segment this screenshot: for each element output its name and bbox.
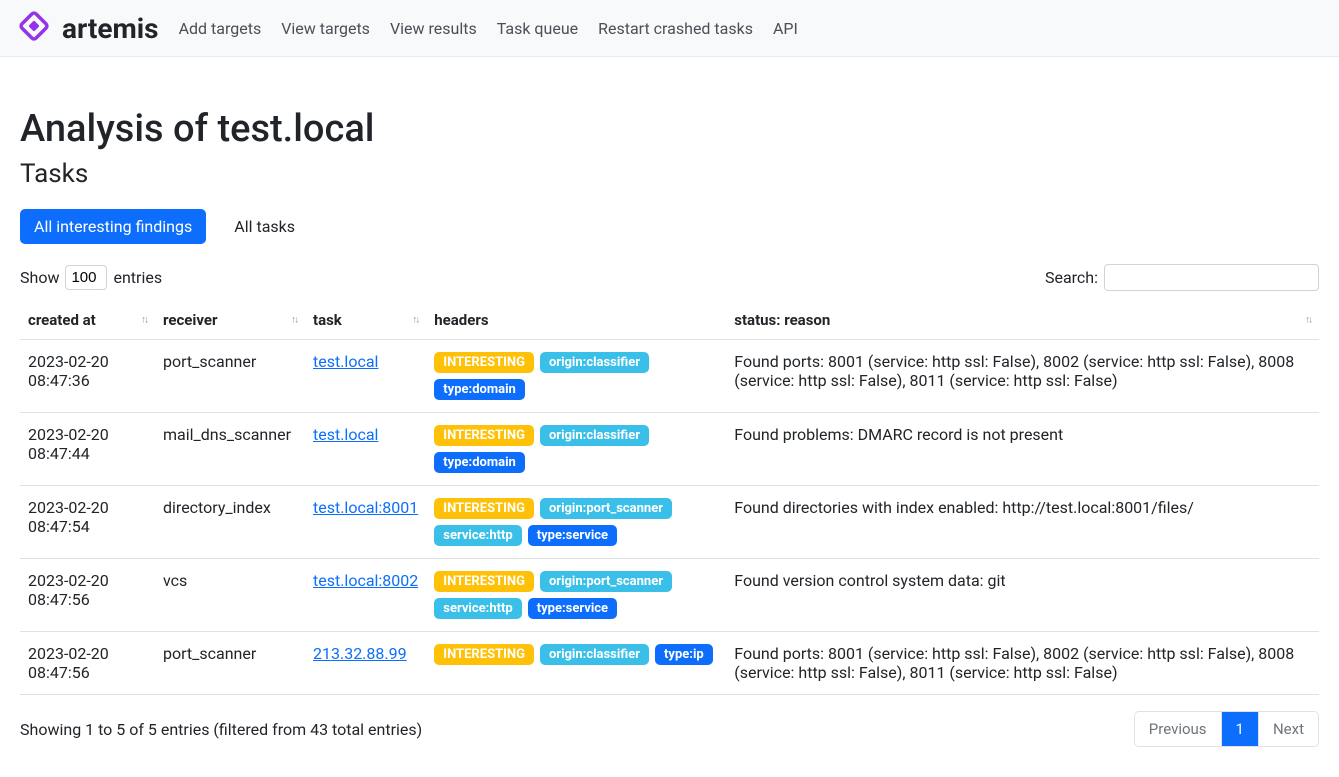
cell-task: 213.32.88.99 bbox=[305, 632, 426, 695]
column-task[interactable]: task↑↓ bbox=[305, 301, 426, 340]
cell-headers: INTERESTING origin:port_scanner service:ht… bbox=[426, 486, 726, 559]
sort-icon: ↑↓ bbox=[412, 315, 418, 326]
cell-headers: INTERESTING origin:classifier type:domain bbox=[426, 340, 726, 413]
sort-icon: ↑↓ bbox=[291, 315, 297, 326]
cell-headers: INTERESTING origin:classifier type:ip bbox=[426, 632, 726, 695]
cell-task: test.local:8002 bbox=[305, 559, 426, 632]
column-receiver[interactable]: receiver↑↓ bbox=[155, 301, 305, 340]
page-1-button[interactable]: 1 bbox=[1222, 712, 1259, 746]
task-link[interactable]: test.local bbox=[313, 425, 378, 444]
badge-INTERESTING: INTERESTING bbox=[434, 498, 534, 519]
task-link[interactable]: 213.32.88.99 bbox=[313, 644, 407, 663]
next-button[interactable]: Next bbox=[1259, 712, 1318, 746]
badge-type-ip: type:ip bbox=[655, 644, 713, 665]
cell-task: test.local:8001 bbox=[305, 486, 426, 559]
badge-INTERESTING: INTERESTING bbox=[434, 571, 534, 592]
badge-type-service: type:service bbox=[528, 525, 617, 546]
tab-all-tasks[interactable]: All tasks bbox=[220, 209, 309, 244]
badge-origin-classifier: origin:classifier bbox=[540, 352, 649, 373]
sort-icon: ↑↓ bbox=[1305, 315, 1311, 326]
badge-INTERESTING: INTERESTING bbox=[434, 352, 534, 373]
page-subtitle: Tasks bbox=[20, 159, 1319, 189]
table-row: 2023-02-20 08:47:54directory_index test.l… bbox=[20, 486, 1319, 559]
sort-icon: ↑↓ bbox=[141, 315, 147, 326]
search-input[interactable] bbox=[1104, 264, 1319, 291]
cell-status: Found version control system data: git bbox=[726, 559, 1319, 632]
search-label: Search: bbox=[1045, 268, 1098, 287]
badge-origin-port_scanner: origin:port_scanner bbox=[540, 498, 672, 519]
cell-status: Found ports: 8001 (service: http ssl: Fa… bbox=[726, 632, 1319, 695]
entries-label: entries bbox=[113, 268, 162, 287]
show-label: Show bbox=[20, 268, 59, 287]
cell-task: test.local bbox=[305, 413, 426, 486]
table-info: Showing 1 to 5 of 5 entries (filtered fr… bbox=[20, 720, 422, 739]
badge-INTERESTING: INTERESTING bbox=[434, 425, 534, 446]
brand[interactable]: artemis bbox=[16, 8, 159, 48]
tabs: All interesting findings All tasks bbox=[20, 209, 1319, 244]
cell-created-at: 2023-02-20 08:47:56 bbox=[20, 632, 155, 695]
badge-service-http: service:http bbox=[434, 598, 521, 619]
cell-status: Found ports: 8001 (service: http ssl: Fa… bbox=[726, 340, 1319, 413]
task-link[interactable]: test.local bbox=[313, 352, 378, 371]
entries-input[interactable] bbox=[65, 265, 107, 290]
brand-text: artemis bbox=[62, 12, 159, 45]
length-control: Show entries bbox=[20, 265, 162, 290]
table-row: 2023-02-20 08:47:56port_scanner 213.32.88… bbox=[20, 632, 1319, 695]
column-status-reason[interactable]: status: reason↑↓ bbox=[726, 301, 1319, 340]
cell-created-at: 2023-02-20 08:47:56 bbox=[20, 559, 155, 632]
nav-view-targets[interactable]: View targets bbox=[281, 19, 370, 38]
badge-type-domain: type:domain bbox=[434, 379, 525, 400]
cell-task: test.local bbox=[305, 340, 426, 413]
cell-status: Found directories with index enabled: ht… bbox=[726, 486, 1319, 559]
table-row: 2023-02-20 08:47:36port_scanner test.loca… bbox=[20, 340, 1319, 413]
previous-button[interactable]: Previous bbox=[1135, 712, 1222, 746]
nav-view-results[interactable]: View results bbox=[390, 19, 477, 38]
cell-created-at: 2023-02-20 08:47:54 bbox=[20, 486, 155, 559]
table-controls: Show entries Search: bbox=[20, 264, 1319, 291]
badge-origin-classifier: origin:classifier bbox=[540, 644, 649, 665]
task-link[interactable]: test.local:8001 bbox=[313, 498, 418, 517]
badge-origin-classifier: origin:classifier bbox=[540, 425, 649, 446]
column-headers: headers bbox=[426, 301, 726, 340]
table-row: 2023-02-20 08:47:56vcs test.local:8002 INT… bbox=[20, 559, 1319, 632]
cell-receiver: port_scanner bbox=[155, 632, 305, 695]
page-title: Analysis of test.local bbox=[20, 107, 1319, 151]
cell-receiver: port_scanner bbox=[155, 340, 305, 413]
cell-receiver: vcs bbox=[155, 559, 305, 632]
cell-receiver: mail_dns_scanner bbox=[155, 413, 305, 486]
column-created-at[interactable]: created at↑↓ bbox=[20, 301, 155, 340]
cell-receiver: directory_index bbox=[155, 486, 305, 559]
nav-api[interactable]: API bbox=[773, 19, 798, 38]
navbar: artemis Add targets View targets View resu… bbox=[0, 0, 1339, 57]
cell-created-at: 2023-02-20 08:47:36 bbox=[20, 340, 155, 413]
cell-status: Found problems: DMARC record is not pres… bbox=[726, 413, 1319, 486]
cell-created-at: 2023-02-20 08:47:44 bbox=[20, 413, 155, 486]
search-control: Search: bbox=[1045, 264, 1319, 291]
cell-headers: INTERESTING origin:classifier type:domain bbox=[426, 413, 726, 486]
nav-add-targets[interactable]: Add targets bbox=[179, 19, 262, 38]
badge-type-service: type:service bbox=[528, 598, 617, 619]
results-table: created at↑↓receiver↑↓task↑↓headersstatu… bbox=[20, 301, 1319, 695]
cell-headers: INTERESTING origin:port_scanner service:ht… bbox=[426, 559, 726, 632]
task-link[interactable]: test.local:8002 bbox=[313, 571, 418, 590]
logo-icon bbox=[16, 8, 52, 48]
pagination: Previous 1 Next bbox=[1134, 711, 1319, 747]
tab-all-interesting-findings[interactable]: All interesting findings bbox=[20, 209, 206, 244]
nav-task-queue[interactable]: Task queue bbox=[497, 19, 578, 38]
badge-service-http: service:http bbox=[434, 525, 521, 546]
badge-INTERESTING: INTERESTING bbox=[434, 644, 534, 665]
nav-links: Add targets View targets View results Task … bbox=[179, 19, 798, 38]
table-footer: Showing 1 to 5 of 5 entries (filtered fr… bbox=[20, 711, 1319, 747]
table-row: 2023-02-20 08:47:44mail_dns_scanner test.… bbox=[20, 413, 1319, 486]
badge-type-domain: type:domain bbox=[434, 452, 525, 473]
nav-restart-crashed-tasks[interactable]: Restart crashed tasks bbox=[598, 19, 753, 38]
badge-origin-port_scanner: origin:port_scanner bbox=[540, 571, 672, 592]
